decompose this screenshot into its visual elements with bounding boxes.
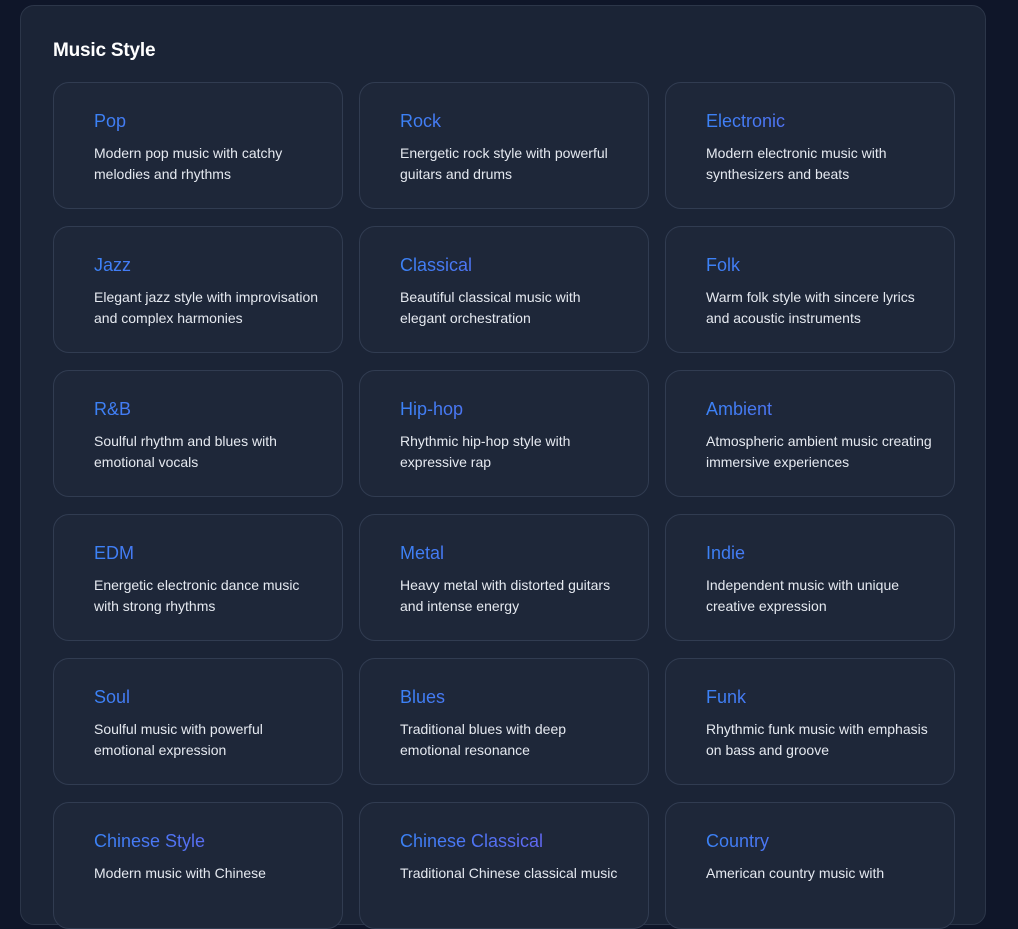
style-card-title: Metal — [400, 541, 650, 565]
style-card-title: Indie — [706, 541, 956, 565]
style-card-description: American country music with — [706, 865, 885, 881]
style-card-title: Ambient — [706, 397, 956, 421]
style-card-description: Elegant jazz style with improvisation an… — [94, 289, 319, 326]
style-card-description: Modern music with Chinese — [94, 865, 266, 881]
style-card-title: EDM — [94, 541, 344, 565]
style-card-edm[interactable]: EDM Energetic electronic dance music wit… — [53, 514, 343, 641]
style-card-description: Soulful rhythm and blues with emotional … — [94, 433, 277, 470]
style-card-title: Electronic — [706, 109, 956, 133]
style-card-indie[interactable]: Indie Independent music with unique crea… — [665, 514, 955, 641]
style-card-description: Energetic electronic dance music with st… — [94, 577, 300, 614]
style-card-title: Chinese Classical — [400, 829, 650, 853]
style-card-description: Rhythmic hip-hop style with expressive r… — [400, 433, 571, 470]
style-card-chinese-style[interactable]: Chinese Style Modern music with Chinese — [53, 802, 343, 929]
style-card-title: Funk — [706, 685, 956, 709]
style-card-description: Rhythmic funk music with emphasis on bas… — [706, 721, 928, 758]
style-card-description: Soulful music with powerful emotional ex… — [94, 721, 263, 758]
style-card-jazz[interactable]: Jazz Elegant jazz style with improvisati… — [53, 226, 343, 353]
style-card-folk[interactable]: Folk Warm folk style with sincere lyrics… — [665, 226, 955, 353]
style-card-title: Blues — [400, 685, 650, 709]
style-card-title: Soul — [94, 685, 344, 709]
style-card-description: Modern electronic music with synthesizer… — [706, 145, 887, 182]
style-card-description: Modern pop music with catchy melodies an… — [94, 145, 283, 182]
style-grid: Pop Modern pop music with catchy melodie… — [53, 82, 955, 929]
style-card-title: Folk — [706, 253, 956, 277]
style-card-description: Warm folk style with sincere lyrics and … — [706, 289, 915, 326]
style-card-classical[interactable]: Classical Beautiful classical music with… — [359, 226, 649, 353]
style-card-hip-hop[interactable]: Hip-hop Rhythmic hip-hop style with expr… — [359, 370, 649, 497]
style-card-electronic[interactable]: Electronic Modern electronic music with … — [665, 82, 955, 209]
style-card-description: Beautiful classical music with elegant o… — [400, 289, 581, 326]
section-title: Music Style — [53, 40, 156, 61]
style-card-title: Chinese Style — [94, 829, 344, 853]
style-card-description: Independent music with unique creative e… — [706, 577, 900, 614]
style-card-rock[interactable]: Rock Energetic rock style with powerful … — [359, 82, 649, 209]
style-card-title: R&B — [94, 397, 344, 421]
style-card-pop[interactable]: Pop Modern pop music with catchy melodie… — [53, 82, 343, 209]
style-card-description: Heavy metal with distorted guitars and i… — [400, 577, 611, 614]
style-card-title: Hip-hop — [400, 397, 650, 421]
style-card-rnb[interactable]: R&B Soulful rhythm and blues with emotio… — [53, 370, 343, 497]
style-card-description: Traditional blues with deep emotional re… — [400, 721, 567, 758]
style-card-title: Rock — [400, 109, 650, 133]
style-card-description: Energetic rock style with powerful guita… — [400, 145, 608, 182]
style-card-country[interactable]: Country American country music with — [665, 802, 955, 929]
music-style-panel: Music Style Pop Modern pop music with ca… — [20, 5, 986, 929]
style-card-description: Traditional Chinese classical music — [400, 865, 618, 881]
style-card-chinese-classical[interactable]: Chinese Classical Traditional Chinese cl… — [359, 802, 649, 929]
style-card-title: Country — [706, 829, 956, 853]
style-card-soul[interactable]: Soul Soulful music with powerful emotion… — [53, 658, 343, 785]
style-card-blues[interactable]: Blues Traditional blues with deep emotio… — [359, 658, 649, 785]
style-card-ambient[interactable]: Ambient Atmospheric ambient music creati… — [665, 370, 955, 497]
style-card-title: Classical — [400, 253, 650, 277]
style-card-description: Atmospheric ambient music creating immer… — [706, 433, 932, 470]
style-card-funk[interactable]: Funk Rhythmic funk music with emphasis o… — [665, 658, 955, 785]
style-card-title: Jazz — [94, 253, 344, 277]
style-card-title: Pop — [94, 109, 344, 133]
style-card-metal[interactable]: Metal Heavy metal with distorted guitars… — [359, 514, 649, 641]
